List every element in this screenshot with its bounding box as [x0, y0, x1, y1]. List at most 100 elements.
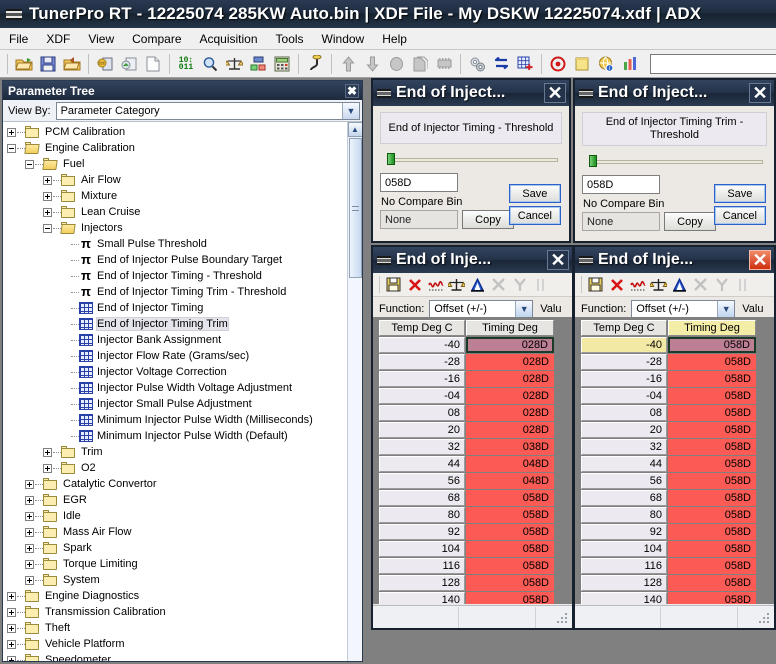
slider-knob[interactable]: [589, 155, 597, 167]
expand-icon[interactable]: [25, 479, 34, 489]
globe-info-icon[interactable]: i: [595, 53, 617, 75]
menu-item-file[interactable]: File: [0, 30, 37, 48]
axis-cell[interactable]: -40: [379, 337, 465, 353]
save-table-icon[interactable]: [585, 274, 606, 295]
menu-item-view[interactable]: View: [79, 30, 123, 48]
graph-curve-icon[interactable]: [627, 274, 648, 295]
expand-icon[interactable]: [7, 607, 16, 617]
expand-icon[interactable]: [43, 463, 52, 473]
axis-cell[interactable]: 44: [581, 456, 667, 472]
tree-row[interactable]: Minimum Injector Pulse Width (Default): [3, 428, 347, 444]
expand-icon[interactable]: [25, 559, 34, 569]
axis-cell[interactable]: -16: [581, 371, 667, 387]
table-row[interactable]: 32 058D: [581, 439, 756, 455]
collapse-icon[interactable]: [25, 159, 34, 169]
threshold-slider[interactable]: [584, 155, 765, 167]
value-cell[interactable]: 058D: [466, 575, 554, 591]
table-row[interactable]: -16 058D: [581, 371, 756, 387]
table-row[interactable]: 128 058D: [581, 575, 756, 591]
record-icon[interactable]: [547, 53, 569, 75]
tree-row[interactable]: Injector Bank Assignment: [3, 332, 347, 348]
open-bin-icon[interactable]: [61, 53, 83, 75]
value-cell[interactable]: 058D: [668, 490, 756, 506]
value-cell[interactable]: 058D: [466, 558, 554, 574]
axis-cell[interactable]: 68: [379, 490, 465, 506]
value-cell[interactable]: 058D: [668, 541, 756, 557]
threshold-window-1-titlebar[interactable]: End of Inject... ✕: [373, 80, 569, 106]
tree-row[interactable]: End of Injector Timing: [3, 300, 347, 316]
value-cell[interactable]: 028D: [466, 354, 554, 370]
table-row[interactable]: -28 058D: [581, 354, 756, 370]
tree-row[interactable]: Injector Flow Rate (Grams/sec): [3, 348, 347, 364]
tree-row[interactable]: Injector Pulse Width Voltage Adjustment: [3, 380, 347, 396]
tree-row[interactable]: π End of Injector Timing - Threshold: [3, 268, 347, 284]
tree-row[interactable]: Mass Air Flow: [3, 524, 347, 540]
cancel-button[interactable]: Cancel: [508, 206, 561, 225]
threshold-window-2-titlebar[interactable]: End of Inject... ✕: [575, 80, 774, 106]
tree-row[interactable]: Theft: [3, 620, 347, 636]
axis-cell[interactable]: 128: [581, 575, 667, 591]
tree-row[interactable]: Mixture: [3, 188, 347, 204]
close-icon[interactable]: ✕: [547, 250, 569, 270]
axis-cell[interactable]: 80: [581, 507, 667, 523]
gears-icon[interactable]: [466, 53, 488, 75]
save-disk-icon[interactable]: [37, 53, 59, 75]
value-cell[interactable]: 048D: [466, 473, 554, 489]
table-row[interactable]: 56 058D: [581, 473, 756, 489]
table-row[interactable]: 140 058D: [379, 592, 554, 604]
collapse-icon[interactable]: [7, 143, 16, 153]
scroll-up-icon[interactable]: ▲: [347, 122, 362, 137]
save-table-icon[interactable]: [383, 274, 404, 295]
table-row[interactable]: -40 058D: [581, 337, 756, 353]
value-cell[interactable]: 058D: [668, 456, 756, 472]
expand-icon[interactable]: [25, 511, 34, 521]
value-cell[interactable]: 058D: [466, 507, 554, 523]
value-cell[interactable]: 058D: [668, 558, 756, 574]
value-cell[interactable]: 058D: [668, 524, 756, 540]
value-cell[interactable]: 058D: [668, 388, 756, 404]
notes-icon[interactable]: [571, 53, 593, 75]
value-cell[interactable]: 058D: [668, 473, 756, 489]
axis-cell[interactable]: -28: [581, 354, 667, 370]
value-cell[interactable]: 058D: [466, 541, 554, 557]
menu-item-compare[interactable]: Compare: [123, 30, 190, 48]
table-row[interactable]: -40 028D: [379, 337, 554, 353]
function-select[interactable]: Offset (+/-) ▼: [429, 299, 534, 319]
open-folder-icon[interactable]: [13, 53, 35, 75]
save-button[interactable]: Save: [713, 184, 766, 203]
close-icon[interactable]: ✖: [345, 83, 359, 98]
value-cell[interactable]: 058D: [668, 371, 756, 387]
tree-row[interactable]: System: [3, 572, 347, 588]
axis-cell[interactable]: -28: [379, 354, 465, 370]
value-cell[interactable]: 058D: [668, 405, 756, 421]
toolbar-search-input[interactable]: [650, 53, 776, 74]
table-row[interactable]: -16 028D: [379, 371, 554, 387]
expand-icon[interactable]: [43, 207, 52, 217]
tree-row[interactable]: Idle: [3, 508, 347, 524]
value-cell[interactable]: 058D: [668, 507, 756, 523]
table-row[interactable]: 128 058D: [379, 575, 554, 591]
calculator-icon[interactable]: [271, 53, 293, 75]
scroll-thumb[interactable]: [348, 138, 362, 278]
table-row[interactable]: 44 058D: [581, 456, 756, 472]
table-row[interactable]: -04 028D: [379, 388, 554, 404]
table-row[interactable]: 80 058D: [379, 507, 554, 523]
save-xdf-icon[interactable]: [118, 53, 140, 75]
column-header[interactable]: Timing Deg: [466, 320, 554, 336]
hook-icon[interactable]: [304, 53, 326, 75]
value-cell[interactable]: 058D: [466, 592, 554, 604]
axis-cell[interactable]: 44: [379, 456, 465, 472]
collapse-icon[interactable]: [43, 223, 52, 233]
threshold-value-input[interactable]: 058D: [380, 173, 458, 192]
tree-row[interactable]: PCM Calibration: [3, 124, 347, 140]
hex-editor-icon[interactable]: 10↕ 011: [175, 53, 197, 75]
tree-row[interactable]: Engine Calibration: [3, 140, 347, 156]
tree-row[interactable]: Fuel: [3, 156, 347, 172]
value-cell[interactable]: 058D: [668, 337, 756, 353]
tree-row[interactable]: Catalytic Convertor: [3, 476, 347, 492]
chevron-down-icon[interactable]: ▼: [515, 300, 533, 318]
open-xdf-icon[interactable]: [94, 53, 116, 75]
table-window-2-grid[interactable]: Temp Deg C Timing Deg -40 058D -28 058D -16 058…: [575, 317, 774, 604]
menu-item-acquisition[interactable]: Acquisition: [191, 30, 267, 48]
tree-row[interactable]: Transmission Calibration: [3, 604, 347, 620]
